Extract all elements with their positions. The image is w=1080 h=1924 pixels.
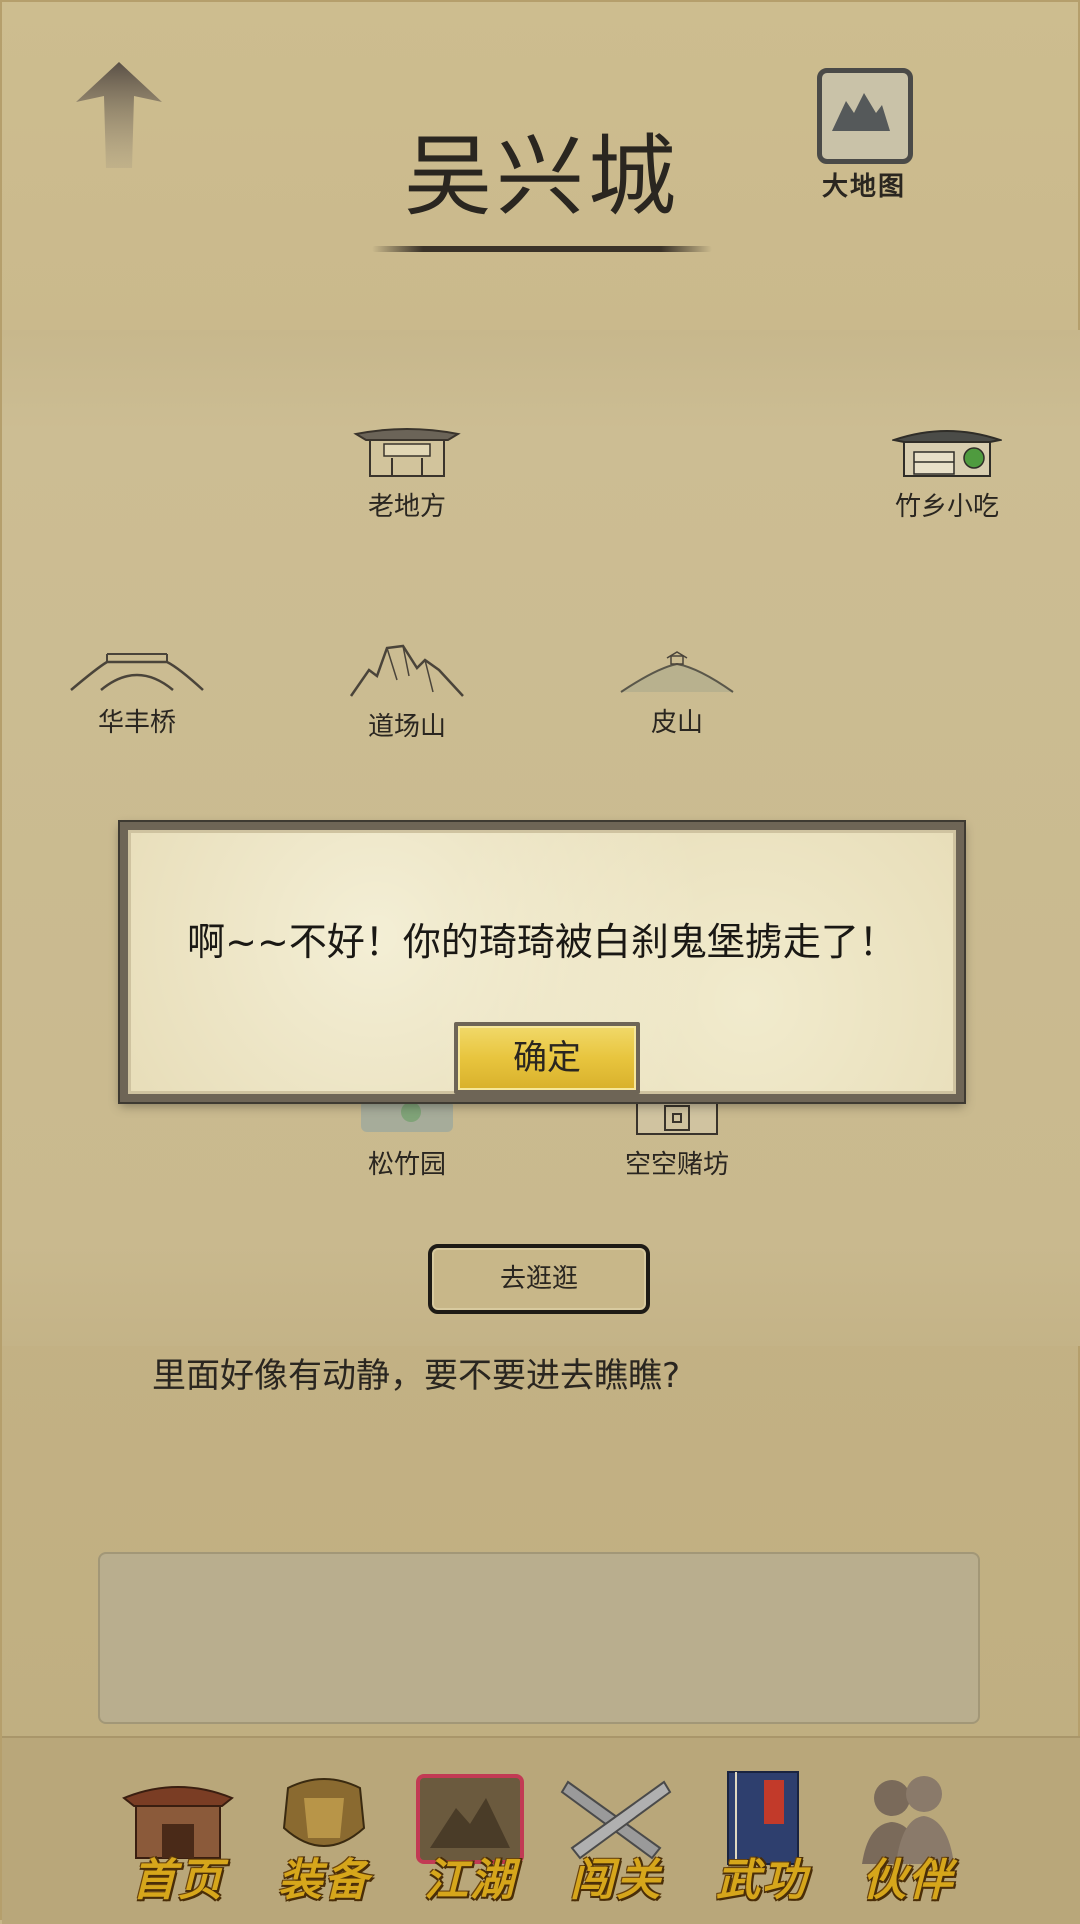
location-label: 皮山	[650, 708, 703, 738]
nav-companions[interactable]: 伙伴	[848, 1768, 968, 1908]
bottom-nav: 首页 装备 江湖 闯关 武功 伙伴	[2, 1736, 1080, 1924]
location-pishan[interactable]: 皮山	[587, 650, 767, 739]
header: 吴兴城 大地图	[2, 2, 1080, 332]
nav-equipment[interactable]: 装备	[264, 1768, 384, 1908]
nav-challenge[interactable]: 闯关	[556, 1768, 676, 1908]
location-daochangshan[interactable]: 道场山	[317, 640, 497, 743]
nav-label: 装备	[278, 1855, 370, 1906]
city-title: 吴兴城	[403, 125, 680, 228]
game-screen: 吴兴城 大地图 老地方 竹乡小吃 华丰桥 道场山 皮山 松竹园 空空赌坊 去逛逛…	[0, 0, 1080, 1924]
nav-label: 武功	[716, 1855, 808, 1906]
up-arrow-icon	[76, 62, 162, 168]
location-description: 里面好像有动静，要不要进去瞧瞧?	[152, 1356, 681, 1396]
location-label: 道场山	[367, 712, 446, 742]
alert-dialog: 啊~~不好！你的琦琦被白刹鬼堡掳走了！ 确定	[120, 822, 964, 1102]
garden-icon	[361, 1100, 453, 1132]
world-map-label: 大地图	[821, 172, 906, 202]
message-log	[98, 1552, 980, 1724]
mountain-peaks-icon	[349, 644, 464, 697]
world-map-button[interactable]: 大地图	[814, 68, 914, 202]
mountain-icon	[832, 93, 890, 131]
go-explore-button[interactable]: 去逛逛	[428, 1244, 650, 1314]
back-arrow-button[interactable]	[74, 60, 164, 170]
alert-message: 啊~~不好！你的琦琦被白刹鬼堡掳走了！	[187, 920, 897, 964]
nav-label: 闯关	[570, 1855, 662, 1906]
nav-jianghu[interactable]: 江湖	[410, 1768, 530, 1908]
location-label: 空空赌坊	[624, 1150, 729, 1180]
nav-label: 江湖	[424, 1855, 516, 1906]
location-label: 竹乡小吃	[894, 492, 999, 522]
map-icon-frame	[817, 68, 913, 164]
shop-building-icon	[353, 428, 461, 477]
location-kongkongdufang[interactable]: 空空赌坊	[587, 1098, 767, 1181]
nav-home[interactable]: 首页	[118, 1768, 238, 1908]
nav-label: 伙伴	[862, 1855, 954, 1906]
location-label: 华丰桥	[97, 708, 176, 738]
nav-martial-arts[interactable]: 武功	[702, 1768, 822, 1908]
location-songzhuyuan[interactable]: 松竹园	[317, 1098, 497, 1181]
gambling-house-icon	[636, 1099, 718, 1135]
location-laodifang[interactable]: 老地方	[317, 420, 497, 523]
confirm-button[interactable]: 确定	[454, 1022, 640, 1094]
location-label: 松竹园	[367, 1150, 446, 1180]
restaurant-building-icon	[892, 430, 1002, 477]
location-huafengqiao[interactable]: 华丰桥	[47, 646, 227, 739]
title-underline	[372, 246, 712, 252]
location-zhuxiang[interactable]: 竹乡小吃	[857, 420, 1037, 523]
location-label: 老地方	[367, 492, 446, 522]
hill-pavilion-icon	[620, 651, 734, 693]
nav-label: 首页	[132, 1855, 224, 1906]
bridge-icon	[70, 653, 204, 691]
